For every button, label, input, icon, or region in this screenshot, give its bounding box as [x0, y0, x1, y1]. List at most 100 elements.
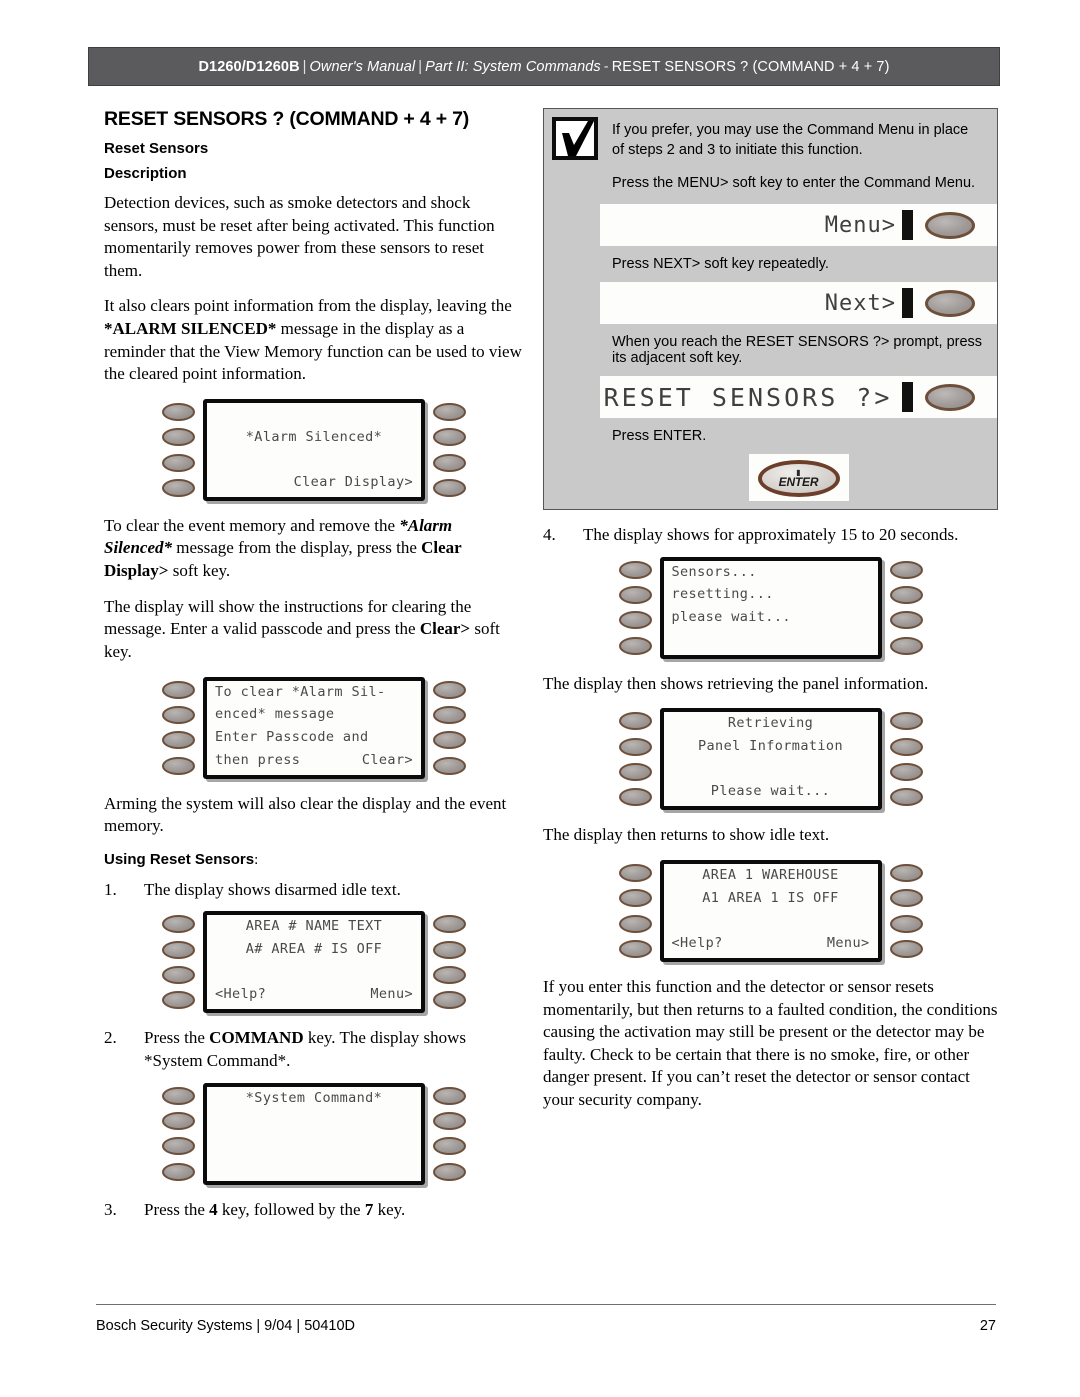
note-paragraph-2: Press the MENU> soft key to enter the Co… [612, 175, 976, 192]
soft-key-right-3[interactable] [889, 763, 923, 782]
soft-key-right-1[interactable] [433, 402, 466, 421]
soft-key-column-left [618, 709, 652, 809]
lcd-soft-key-help: <Help? [215, 986, 267, 1003]
footer-page-number: 27 [979, 1318, 996, 1334]
soft-key-right-3[interactable] [433, 1137, 466, 1156]
soft-key-right-4[interactable] [433, 1162, 466, 1181]
soft-key-left-1[interactable] [618, 712, 652, 731]
soft-key-left-2[interactable] [618, 889, 652, 908]
soft-key-right-4[interactable] [889, 939, 923, 958]
soft-key-left-4[interactable] [618, 788, 652, 807]
lcd-line-4: then press Clear> [215, 753, 413, 770]
step-2-part-e: . [286, 1050, 291, 1070]
enter-button[interactable]: ▮ ENTER [757, 460, 840, 498]
soft-key-left-1[interactable] [618, 863, 652, 882]
lcd-line-1 [215, 408, 413, 424]
lcd-line-2: A1 AREA 1 IS OFF [702, 889, 839, 906]
soft-key-right-4[interactable] [889, 788, 923, 807]
soft-key-left-4[interactable] [162, 1162, 195, 1181]
soft-key-right-2[interactable] [433, 705, 466, 724]
step-3: 3. Press the 4 key, followed by the 7 key… [104, 1199, 524, 1222]
soft-key-left-1[interactable] [162, 915, 195, 934]
keypad-display-alarm-silenced: *Alarm Silenced* Clear Display> [104, 398, 524, 501]
soft-key-left-2[interactable] [162, 705, 195, 724]
lcd-line-1: *System Command* [245, 1089, 383, 1106]
soft-key-right-1[interactable] [889, 712, 923, 731]
soft-key-left-4[interactable] [618, 939, 652, 958]
header-separator-1: | [302, 58, 307, 75]
soft-key-right-3[interactable] [889, 914, 923, 933]
soft-key-left-3[interactable] [618, 914, 652, 933]
lcd-cursor-block [902, 288, 913, 319]
soft-key-left-4[interactable] [618, 636, 652, 655]
soft-key-right-2[interactable] [889, 889, 923, 908]
lcd-line-2: enced* message [215, 706, 335, 723]
soft-key-column-right [889, 861, 923, 961]
soft-key-left-2[interactable] [618, 737, 652, 756]
soft-key-left-1[interactable] [162, 680, 195, 699]
lcd-line-1: To clear *Alarm Sil- [215, 683, 386, 700]
soft-key-column-left [162, 678, 195, 778]
soft-key-right-4[interactable] [433, 478, 466, 497]
soft-key-left-2[interactable] [162, 1111, 195, 1130]
soft-key-right-1[interactable] [889, 560, 923, 579]
soft-key-left-3[interactable] [618, 763, 652, 782]
soft-key-reset-sensors[interactable] [925, 383, 975, 411]
keypad-display-retrieving-panel: Retrieving Panel Information Please wait… [543, 708, 998, 811]
soft-key-right-1[interactable] [433, 1086, 466, 1105]
sub-heading-description: Description [104, 165, 187, 182]
lcd-screen: *System Command* [203, 1082, 425, 1185]
soft-key-right-2[interactable] [433, 428, 466, 447]
soft-key-right-3[interactable] [433, 966, 466, 985]
soft-key-menu[interactable] [925, 211, 975, 239]
step-2-system-command: *System Command* [144, 1050, 287, 1070]
soft-key-column-right [889, 558, 923, 658]
soft-key-right-4[interactable] [889, 636, 923, 655]
lcd-cursor-block [902, 382, 913, 413]
soft-key-next[interactable] [925, 289, 975, 317]
lcd-line-4: <Help? Menu> [672, 936, 870, 953]
soft-key-column-right [433, 400, 466, 500]
soft-key-right-2[interactable] [433, 1111, 466, 1130]
soft-key-right-1[interactable] [433, 915, 466, 934]
soft-key-right-3[interactable] [433, 453, 466, 472]
lcd-line-3 [215, 453, 413, 469]
lcd-line-3: Enter Passcode and [215, 728, 369, 745]
soft-key-left-1[interactable] [618, 560, 652, 579]
lcd-line-1: Sensors... [671, 563, 757, 580]
soft-key-left-3[interactable] [162, 731, 195, 750]
soft-key-left-4[interactable] [162, 991, 195, 1010]
soft-key-right-4[interactable] [433, 991, 466, 1010]
para3-part-e: soft key. [168, 561, 231, 581]
step-4-text: The display shows for approximately 15 t… [583, 525, 959, 545]
soft-key-right-2[interactable] [433, 940, 466, 959]
keypad-display-system-command: *System Command* [104, 1082, 524, 1185]
step-2-number: 2. [104, 1028, 117, 1048]
soft-key-left-4[interactable] [162, 478, 195, 497]
using-colon: : [254, 851, 259, 868]
step-3-number: 3. [104, 1199, 117, 1219]
lcd-strip-menu-text: Menu> [824, 212, 896, 238]
lcd-line-4 [215, 1160, 413, 1176]
soft-key-left-1[interactable] [162, 402, 195, 421]
soft-key-left-1[interactable] [162, 1086, 195, 1105]
soft-key-right-4[interactable] [433, 756, 466, 775]
step-3-part-c: key, followed by the [217, 1199, 365, 1219]
soft-key-left-3[interactable] [162, 966, 195, 985]
soft-key-left-3[interactable] [618, 611, 652, 630]
soft-key-left-2[interactable] [618, 586, 652, 605]
soft-key-right-2[interactable] [889, 737, 923, 756]
step-1: 1. The display shows disarmed idle text. [104, 879, 524, 902]
soft-key-right-1[interactable] [433, 680, 466, 699]
sub-heading-using-reset-sensors: Using Reset Sensors: [104, 851, 524, 869]
soft-key-right-3[interactable] [889, 611, 923, 630]
soft-key-right-1[interactable] [889, 863, 923, 882]
keypad-display-area-1-idle: AREA 1 WAREHOUSE A1 AREA 1 IS OFF <Help?… [543, 859, 998, 962]
soft-key-left-2[interactable] [162, 428, 195, 447]
soft-key-right-3[interactable] [433, 731, 466, 750]
soft-key-left-3[interactable] [162, 1137, 195, 1156]
soft-key-left-3[interactable] [162, 453, 195, 472]
soft-key-right-2[interactable] [889, 586, 923, 605]
soft-key-left-4[interactable] [162, 756, 195, 775]
soft-key-left-2[interactable] [162, 940, 195, 959]
